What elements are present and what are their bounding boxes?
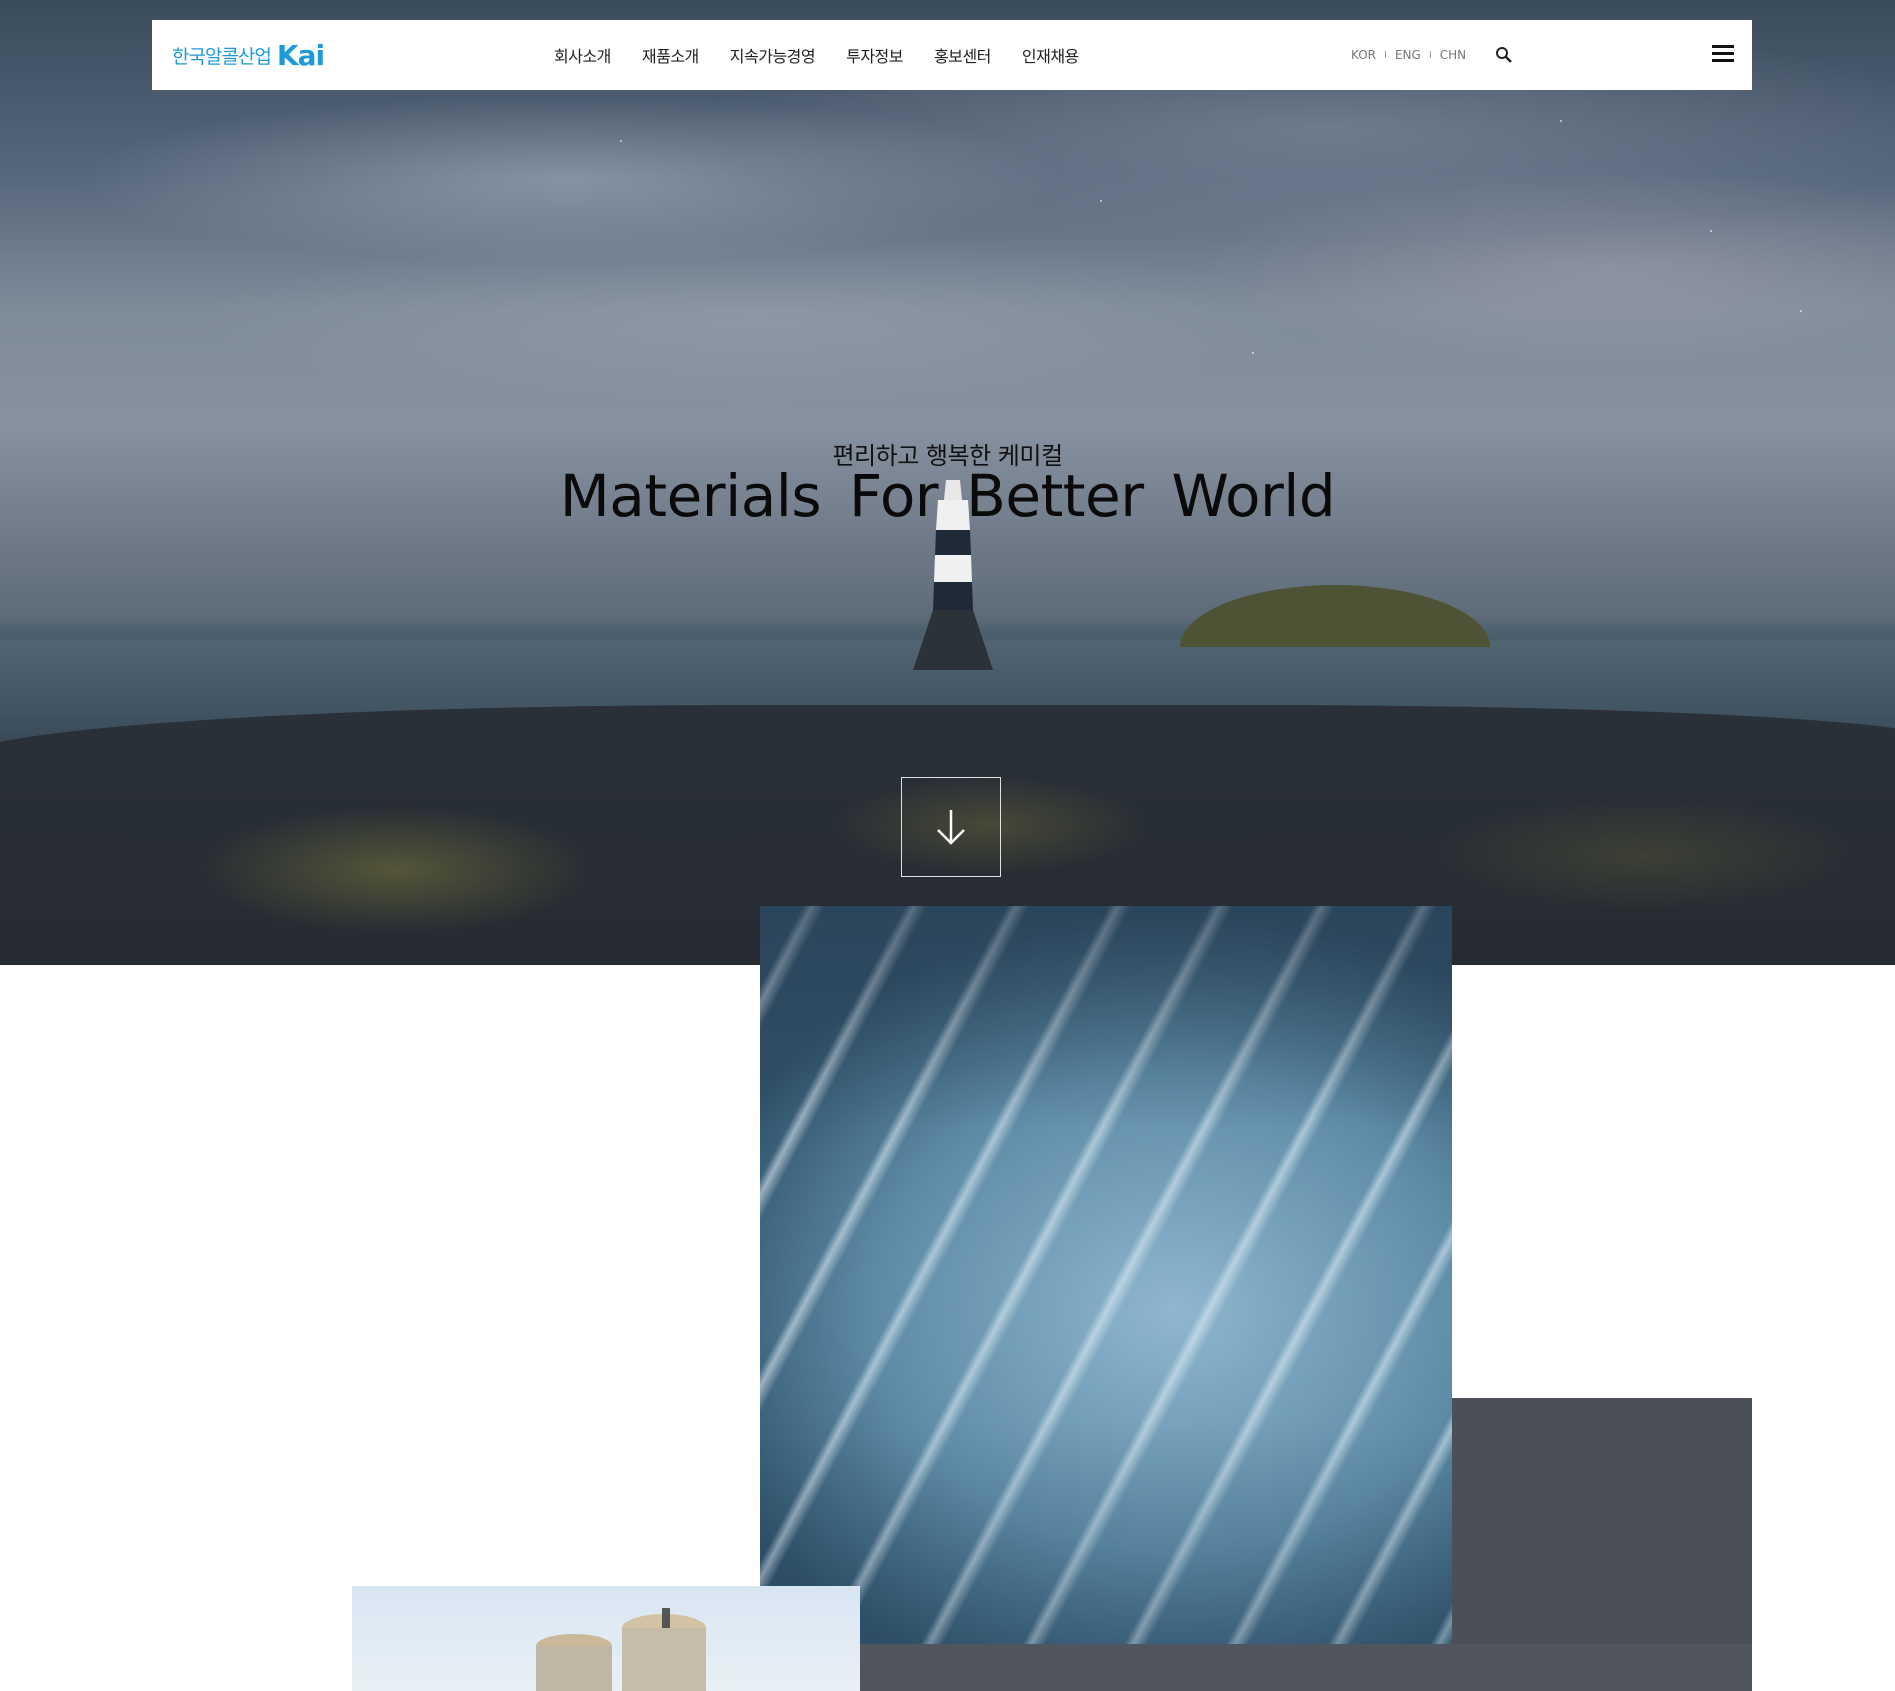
lang-chn[interactable]: CHN	[1440, 48, 1466, 62]
logo-text: 한국알콜산업	[172, 45, 272, 68]
arrow-down-icon	[937, 810, 965, 845]
star	[1710, 230, 1712, 232]
logo-mark: Kai	[276, 38, 325, 72]
hamburger-menu-button[interactable]	[1710, 42, 1736, 68]
hamburger-line	[1712, 59, 1734, 62]
nav-item-investors[interactable]: 투자정보	[846, 43, 903, 67]
scroll-down-button[interactable]	[901, 777, 1001, 877]
lang-eng[interactable]: ENG	[1395, 48, 1421, 62]
lang-kor[interactable]: KOR	[1351, 48, 1376, 62]
language-switcher: KOR I ENG I CHN	[1351, 20, 1466, 90]
site-header: 한국알콜산업 Kai 회사소개 재품소개 지속가능경영 투자정보 홍보센터 인재…	[152, 20, 1752, 90]
nav-item-pr-center[interactable]: 홍보센터	[934, 43, 991, 67]
star	[1560, 120, 1562, 122]
nav-item-company[interactable]: 회사소개	[554, 43, 611, 67]
logo[interactable]: 한국알콜산업 Kai	[172, 20, 325, 90]
star	[620, 140, 622, 142]
water-image	[760, 906, 1452, 1644]
search-button[interactable]	[1494, 45, 1514, 65]
search-icon	[1496, 47, 1512, 63]
nav-item-careers[interactable]: 인재채용	[1022, 43, 1079, 67]
lang-separator: I	[1384, 49, 1387, 61]
star	[1252, 352, 1254, 354]
hero-title: Materials For Better World	[559, 462, 1336, 530]
star	[1800, 310, 1802, 312]
nav-item-products[interactable]: 재품소개	[642, 43, 699, 67]
main-nav: 회사소개 재품소개 지속가능경영 투자정보 홍보센터 인재채용	[554, 20, 1110, 90]
hamburger-line	[1712, 52, 1734, 55]
lang-separator: I	[1428, 49, 1432, 61]
tank-image	[352, 1586, 860, 1691]
hamburger-menu-icon	[1712, 45, 1734, 48]
hero-section: 편리하고 행복한 케미컬 Materials For Better World	[0, 0, 1895, 965]
storage-tank-illustration	[536, 1608, 706, 1691]
gray-panel-bottom	[860, 1644, 1752, 1691]
star	[1100, 200, 1102, 202]
nav-item-sustainability[interactable]: 지속가능경영	[730, 43, 816, 67]
